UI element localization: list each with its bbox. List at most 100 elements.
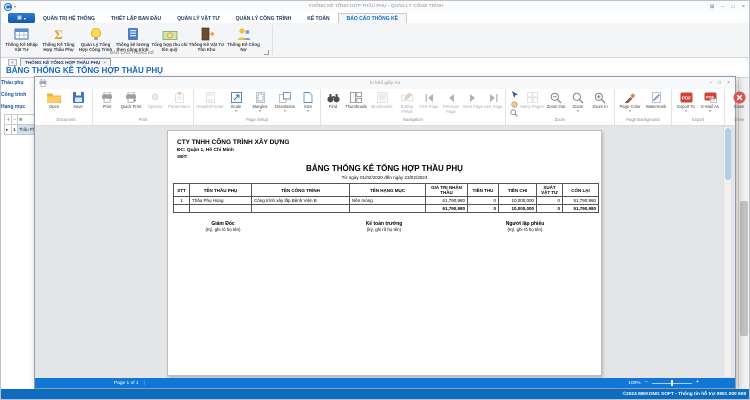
quick-access-caret-icon[interactable]: ▾ <box>14 4 16 9</box>
close-document-button[interactable]: × <box>8 59 17 66</box>
next-page-button: Next Page <box>463 89 483 110</box>
last-page-button: Last Page <box>483 89 503 110</box>
gear-icon: ⚙ <box>151 91 159 104</box>
ribbon-display-options-icon[interactable]: ⊞ <box>710 4 715 10</box>
app-status-bar: ©2024 MEKONG SOFT - Thông tin hỗ trợ 090… <box>1 389 750 399</box>
save-button[interactable]: Save <box>66 89 90 110</box>
bookmarks-icon <box>377 91 388 104</box>
zoom-button[interactable]: Zoom ▾ <box>568 89 588 113</box>
pdf-export-icon: PDF <box>680 91 693 104</box>
close-button[interactable]: × <box>742 4 745 10</box>
zoom-out-button[interactable]: Zoom Out <box>544 89 568 110</box>
export-to-button[interactable]: PDF Export To ▾ <box>674 89 698 113</box>
parameters-button: Parameters <box>167 89 191 110</box>
email-as-button[interactable]: PDF E-Mail As ▾ <box>698 89 722 113</box>
editing-fields-button: Editing Fields <box>395 89 419 114</box>
margins-button[interactable]: Margins ▾ <box>248 89 272 113</box>
document-tab[interactable]: THỐNG KÊ TỔNG HỢP THẦU PHỤ × <box>20 58 111 66</box>
tab-quan-ly-cong-trinh[interactable]: QUẢN LÝ CÔNG TRÌNH <box>228 14 300 23</box>
maximize-button[interactable]: □ <box>731 4 734 10</box>
zoom-in-icon <box>594 91 606 104</box>
page-color-button[interactable]: Page Color ▾ <box>617 89 643 113</box>
preview-scrollbar-thumb[interactable] <box>725 128 731 180</box>
size-button[interactable]: Size ▾ <box>298 89 318 113</box>
quick-print-button[interactable]: Quick Print <box>119 89 143 110</box>
quan-ly-tong-hop-cong-trinh-button[interactable]: Quản Lý Tổng Hợp Công Trình <box>77 25 114 53</box>
pdf-email-icon: PDF <box>704 91 717 104</box>
grid-expand-icon[interactable]: ＋ <box>5 115 12 125</box>
close-red-icon <box>733 91 746 104</box>
last-page-icon <box>489 91 498 104</box>
tab-bao-cao-thong-ke[interactable]: BÁO CÁO THỐNG KÊ <box>338 13 407 23</box>
previous-page-icon <box>447 91 455 104</box>
document-tab-strip: × THỐNG KÊ TỔNG HỢP THẦU PHỤ × ˆ <box>1 58 750 66</box>
preview-scrollbar[interactable] <box>723 126 732 378</box>
preview-minimize-button[interactable]: – <box>709 80 712 86</box>
print-button[interactable]: Print <box>95 89 119 110</box>
preview-maximize-button[interactable]: □ <box>718 80 721 86</box>
find-button[interactable]: Find <box>323 89 343 110</box>
zoom-in-button[interactable]: Zoom In <box>588 89 612 110</box>
filter-label-thau-phu: Thầu phụ <box>1 80 34 86</box>
magnifier-tool-button[interactable] <box>508 109 520 117</box>
print-preview-window: In khổ giấy A4 – □ × Open Save <box>34 76 736 389</box>
main-scrollbar-thumb[interactable] <box>740 201 748 336</box>
zoom-minus-button[interactable]: − <box>645 380 648 386</box>
tab-close-icon[interactable]: × <box>103 60 106 65</box>
collapse-ribbon-icon[interactable]: ˆ <box>746 59 748 65</box>
svg-text:PDF: PDF <box>681 96 690 101</box>
grid-row[interactable]: ▸ 1 Thầu Phụ Hùng <box>5 125 35 135</box>
zoom-slider-thumb[interactable] <box>671 380 673 386</box>
filter-label-hang-muc: Hạng mục <box>1 104 34 110</box>
zoom-slider[interactable] <box>652 383 692 384</box>
tab-quan-tri-he-thong[interactable]: QUẢN TRỊ HỆ THỐNG <box>35 14 103 23</box>
open-button[interactable]: Open <box>42 89 66 110</box>
orientation-icon <box>279 91 291 104</box>
save-floppy-icon <box>73 91 84 104</box>
open-folder-icon <box>47 91 61 104</box>
thumbnails-icon <box>350 91 362 104</box>
thong-ke-nhap-vat-tu-button[interactable]: Thống Kê Nhập Vật Tư <box>3 25 40 53</box>
thong-ke-vat-tu-ton-kho-button[interactable]: Thống Kê Vật Tư Tồn Kho <box>188 25 225 53</box>
tong-hop-thu-chi-button[interactable]: Tổng hợp thu chi tồn quỹ <box>151 25 188 53</box>
zoom-out-icon <box>550 91 562 104</box>
tab-ke-toan[interactable]: KẾ TOÁN <box>299 14 337 23</box>
file-menu-button[interactable]: ▦▾ <box>8 13 35 23</box>
thong-ke-tong-hop-thau-phu-button[interactable]: Σ Thống Kê Tổng Hợp Thầu Phụ <box>40 25 77 53</box>
thumbnails-button[interactable]: Thumbnails <box>343 89 369 110</box>
filter-label-cong-trinh: Công trình <box>1 92 34 98</box>
hand-tool-button[interactable] <box>508 100 520 108</box>
close-preview-button[interactable]: Close <box>727 89 750 110</box>
book-icon <box>126 26 140 41</box>
zoom-plus-button[interactable]: + <box>696 380 699 386</box>
preview-toolbar: Open Save Document Print <box>35 89 735 126</box>
watermark-button[interactable]: Watermark <box>643 89 669 110</box>
app-logo-icon <box>4 3 12 11</box>
table-import-icon <box>14 26 30 41</box>
preview-caption-bar[interactable]: In khổ giấy A4 – □ × <box>35 77 735 89</box>
tab-thiet-lap-ban-dau[interactable]: THIẾT LẬP BAN ĐẦU <box>103 14 169 23</box>
header-footer-icon <box>206 91 215 104</box>
preview-caption: In khổ giấy A4 <box>35 81 735 86</box>
scale-button[interactable]: Scale ▾ <box>224 89 248 113</box>
scale-icon <box>231 91 242 104</box>
ribbon-group-dialog-launcher-icon[interactable] <box>264 50 269 55</box>
money-icon <box>162 26 178 41</box>
preview-content-area[interactable]: CTY TNHH CÔNG TRÌNH XÂY DỰNG ĐC: Quận 1,… <box>35 126 735 378</box>
people-icon <box>236 26 251 41</box>
sigma-icon: Σ <box>54 26 63 41</box>
pointer-tool-button[interactable] <box>508 91 520 99</box>
application-window: ▾ THỐNG KÊ TỔNG HỢP THẦU PHỤ - QUẢN LÝ C… <box>0 0 750 400</box>
minimize-button[interactable]: – <box>721 4 724 10</box>
preview-close-button[interactable]: × <box>727 80 730 86</box>
subcontractor-grid[interactable]: ＋ − ✽ ▸ 1 Thầu Phụ Hùng <box>4 114 34 148</box>
ribbon-tab-row: ▦▾ QUẢN TRỊ HỆ THỐNG THIẾT LẬP BAN ĐẦU Q… <box>1 12 750 23</box>
report-company: CTY TNHH CÔNG TRÌNH XÂY DỰNG <box>177 139 289 146</box>
report-period: Từ ngày 01/02/2020 đến ngày 23/02/2024 <box>168 175 601 180</box>
thong-ke-luong-button[interactable]: Thống kê lương theo công trình <box>114 25 151 53</box>
grid-settings-icon[interactable]: ✽ <box>17 115 34 125</box>
header-footer-button: Header/Footer <box>196 89 224 110</box>
thong-ke-cong-no-button[interactable]: Thống Kê Công Nợ <box>225 25 262 53</box>
tab-quan-ly-vat-tu[interactable]: QUẢN LÝ VẬT TƯ <box>169 14 227 23</box>
orientation-button[interactable]: Orientation ▾ <box>272 89 298 113</box>
